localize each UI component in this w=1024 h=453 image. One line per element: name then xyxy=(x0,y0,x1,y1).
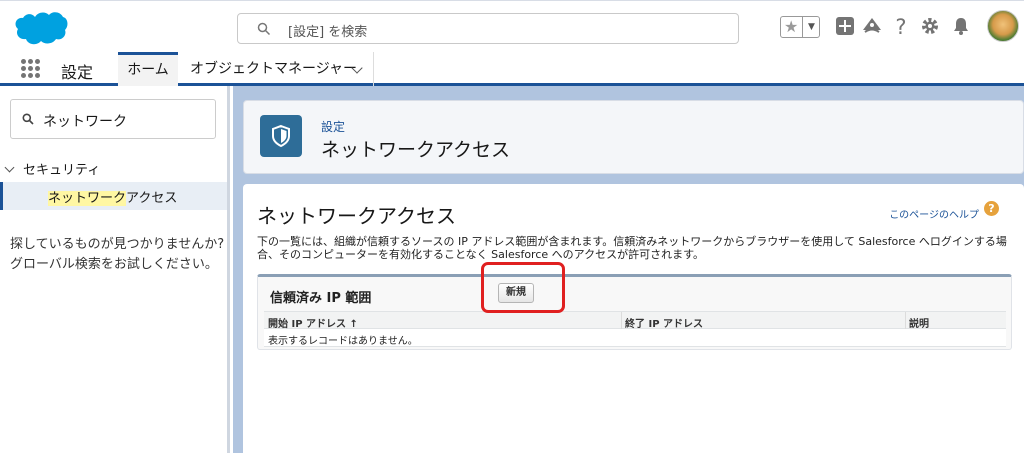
global-actions-plus-icon[interactable] xyxy=(834,16,856,38)
not-found-line1: 探しているものが見つかりませんか? xyxy=(10,237,225,252)
content-title: ネットワークアクセス xyxy=(257,204,456,228)
tab-object-manager-label: オブジェクトマネージャー xyxy=(190,61,358,77)
column-divider xyxy=(905,312,906,329)
avatar[interactable] xyxy=(987,10,1019,42)
salesforce-logo[interactable] xyxy=(12,9,68,49)
sidebar-section-label: セキュリティ xyxy=(23,163,101,178)
empty-message: 表示するレコードはありません。 xyxy=(268,336,418,347)
chevron-down-icon[interactable] xyxy=(4,162,15,173)
main-area: 設定 ネットワークアクセス ネットワークアクセス このページのヘルプ ? 下の一… xyxy=(233,86,1024,453)
global-search-input[interactable]: [設定] を検索 xyxy=(237,13,739,44)
search-placeholder: [設定] を検索 xyxy=(288,25,368,40)
gear-icon[interactable] xyxy=(919,16,941,38)
column-header-end-ip[interactable]: 終了 IP アドレス xyxy=(625,315,703,330)
favorites-dropdown-icon[interactable]: ▼ xyxy=(802,17,820,37)
quick-find-value: ネットワーク xyxy=(43,114,127,130)
tab-home[interactable]: ホーム xyxy=(118,52,178,86)
search-highlight: ネットワーク xyxy=(48,191,127,206)
notifications-bell-icon[interactable] xyxy=(950,16,972,38)
trusted-ip-ranges-list: 信頼済み IP 範囲 新規 開始 IP アドレス ↑ 終了 IP アドレス 説明… xyxy=(257,274,1012,350)
table-row: 表示するレコードはありません。 xyxy=(264,329,1006,347)
sidebar-item-network-access[interactable]: ネットワークアクセス xyxy=(0,182,227,210)
app-launcher-icon[interactable] xyxy=(21,59,40,78)
not-found-line2: グローバル検索をお試しください。 xyxy=(10,257,218,272)
trailhead-icon[interactable] xyxy=(861,16,883,38)
search-icon xyxy=(257,22,271,36)
not-found-message: 探しているものが見つかりませんか? グローバル検索をお試しください。 xyxy=(10,235,225,275)
favorites-star-icon[interactable]: ★ xyxy=(784,18,798,36)
page-title: ネットワークアクセス xyxy=(321,139,511,161)
description-text: 下の一覧には、組織が信頼するソースの IP アドレス範囲が含まれます。信頼済みネ… xyxy=(257,235,1007,261)
shield-icon xyxy=(260,115,302,157)
sidebar-item-label-rest: アクセス xyxy=(126,191,178,206)
content-panel: ネットワークアクセス このページのヘルプ ? 下の一覧には、組織が信頼するソース… xyxy=(243,184,1024,453)
table-header: 開始 IP アドレス ↑ 終了 IP アドレス 説明 xyxy=(264,311,1006,330)
global-header: [設定] を検索 ★ ▼ ? xyxy=(0,0,1024,52)
column-divider xyxy=(621,312,622,329)
context-navbar: 設定 ホーム オブジェクトマネージャー xyxy=(0,52,1024,86)
help-link[interactable]: このページのヘルプ xyxy=(889,206,979,221)
search-icon xyxy=(22,113,34,125)
list-title: 信頼済み IP 範囲 xyxy=(270,291,372,306)
annotation-highlight-box xyxy=(481,262,565,313)
sidebar-section-security[interactable]: セキュリティ xyxy=(4,159,101,178)
sidebar-item-label: ネットワークアクセス xyxy=(48,187,177,206)
help-question-icon[interactable]: ? xyxy=(984,201,999,216)
column-header-description[interactable]: 説明 xyxy=(909,315,929,330)
column-header-start-ip[interactable]: 開始 IP アドレス ↑ xyxy=(268,315,358,330)
app-name: 設定 xyxy=(61,63,94,82)
tab-object-manager[interactable]: オブジェクトマネージャー xyxy=(180,52,374,86)
help-icon[interactable]: ? xyxy=(890,16,912,38)
setup-sidebar: ネットワーク セキュリティ ネットワークアクセス 探しているものが見つかりません… xyxy=(0,86,230,453)
quick-find-input[interactable]: ネットワーク xyxy=(10,99,216,139)
favorites-button[interactable]: ★ ▼ xyxy=(780,16,820,38)
page-header-subtitle: 設定 xyxy=(321,120,346,134)
page-header: 設定 ネットワークアクセス xyxy=(243,100,1024,174)
